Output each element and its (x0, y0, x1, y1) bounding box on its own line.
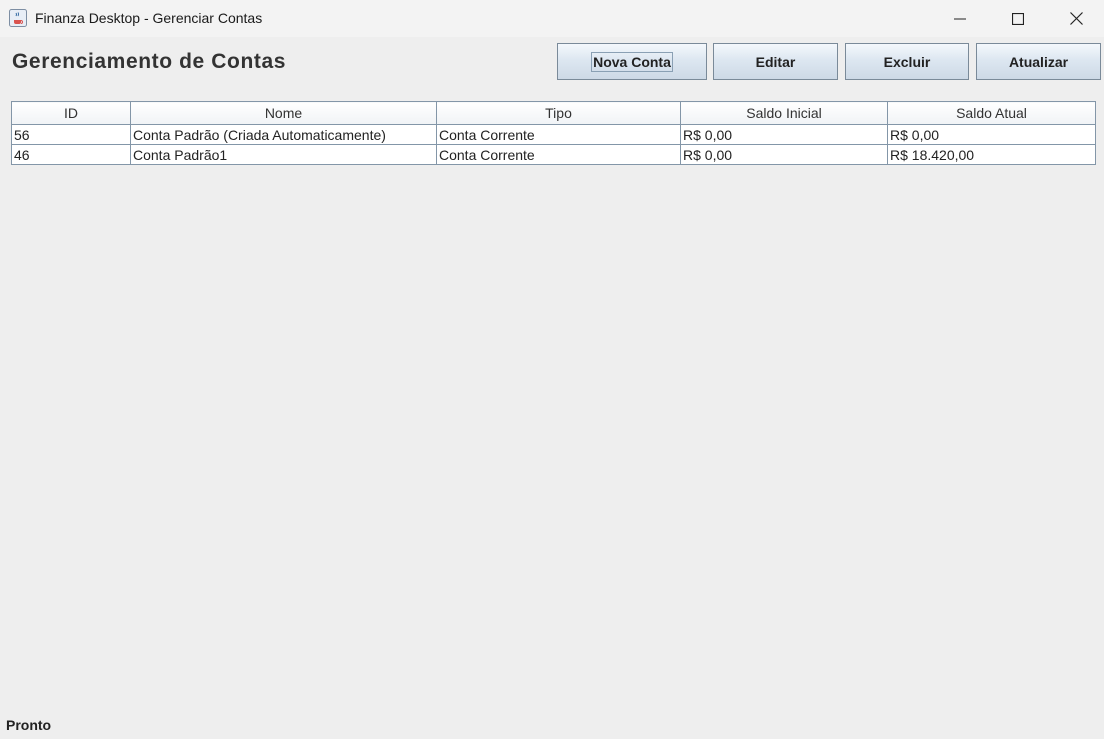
cell-id[interactable]: 56 (11, 124, 131, 145)
java-cup-icon (9, 9, 27, 27)
cell-saldo-atual[interactable]: R$ 18.420,00 (887, 144, 1096, 165)
table-row[interactable]: 56 Conta Padrão (Criada Automaticamente)… (11, 124, 1096, 145)
refresh-button[interactable]: Atualizar (976, 43, 1101, 80)
close-button[interactable] (1047, 0, 1104, 37)
column-header-saldo-inicial[interactable]: Saldo Inicial (680, 101, 888, 125)
page-title: Gerenciamento de Contas (12, 50, 287, 73)
close-icon (1069, 12, 1083, 25)
cell-id[interactable]: 46 (11, 144, 131, 165)
maximize-icon (1012, 12, 1024, 25)
cell-nome[interactable]: Conta Padrão1 (130, 144, 437, 165)
cell-saldo-inicial[interactable]: R$ 0,00 (680, 144, 888, 165)
column-header-nome[interactable]: Nome (130, 101, 437, 125)
minimize-icon (954, 13, 966, 25)
window-title: Finanza Desktop - Gerenciar Contas (35, 10, 263, 26)
minimize-button[interactable] (931, 0, 989, 37)
cell-saldo-atual[interactable]: R$ 0,00 (887, 124, 1096, 145)
table-header-row: ID Nome Tipo Saldo Inicial Saldo Atual (11, 101, 1096, 125)
column-header-id[interactable]: ID (11, 101, 131, 125)
cell-saldo-inicial[interactable]: R$ 0,00 (680, 124, 888, 145)
accounts-table[interactable]: ID Nome Tipo Saldo Inicial Saldo Atual 5… (11, 101, 1096, 165)
new-account-button[interactable]: Nova Conta (557, 43, 707, 80)
edit-button[interactable]: Editar (713, 43, 838, 80)
delete-button[interactable]: Excluir (845, 43, 969, 80)
cell-nome[interactable]: Conta Padrão (Criada Automaticamente) (130, 124, 437, 145)
refresh-label: Atualizar (1008, 53, 1069, 70)
new-account-label: Nova Conta (591, 51, 673, 72)
delete-label: Excluir (883, 53, 931, 70)
table-row[interactable]: 46 Conta Padrão1 Conta Corrente R$ 0,00 … (11, 144, 1096, 165)
column-header-tipo[interactable]: Tipo (436, 101, 681, 125)
column-header-saldo-atual[interactable]: Saldo Atual (887, 101, 1096, 125)
title-bar[interactable]: Finanza Desktop - Gerenciar Contas (0, 0, 1104, 37)
edit-label: Editar (755, 53, 796, 70)
cell-tipo[interactable]: Conta Corrente (436, 124, 681, 145)
maximize-button[interactable] (989, 0, 1047, 37)
cell-tipo[interactable]: Conta Corrente (436, 144, 681, 165)
status-text: Pronto (6, 717, 52, 733)
